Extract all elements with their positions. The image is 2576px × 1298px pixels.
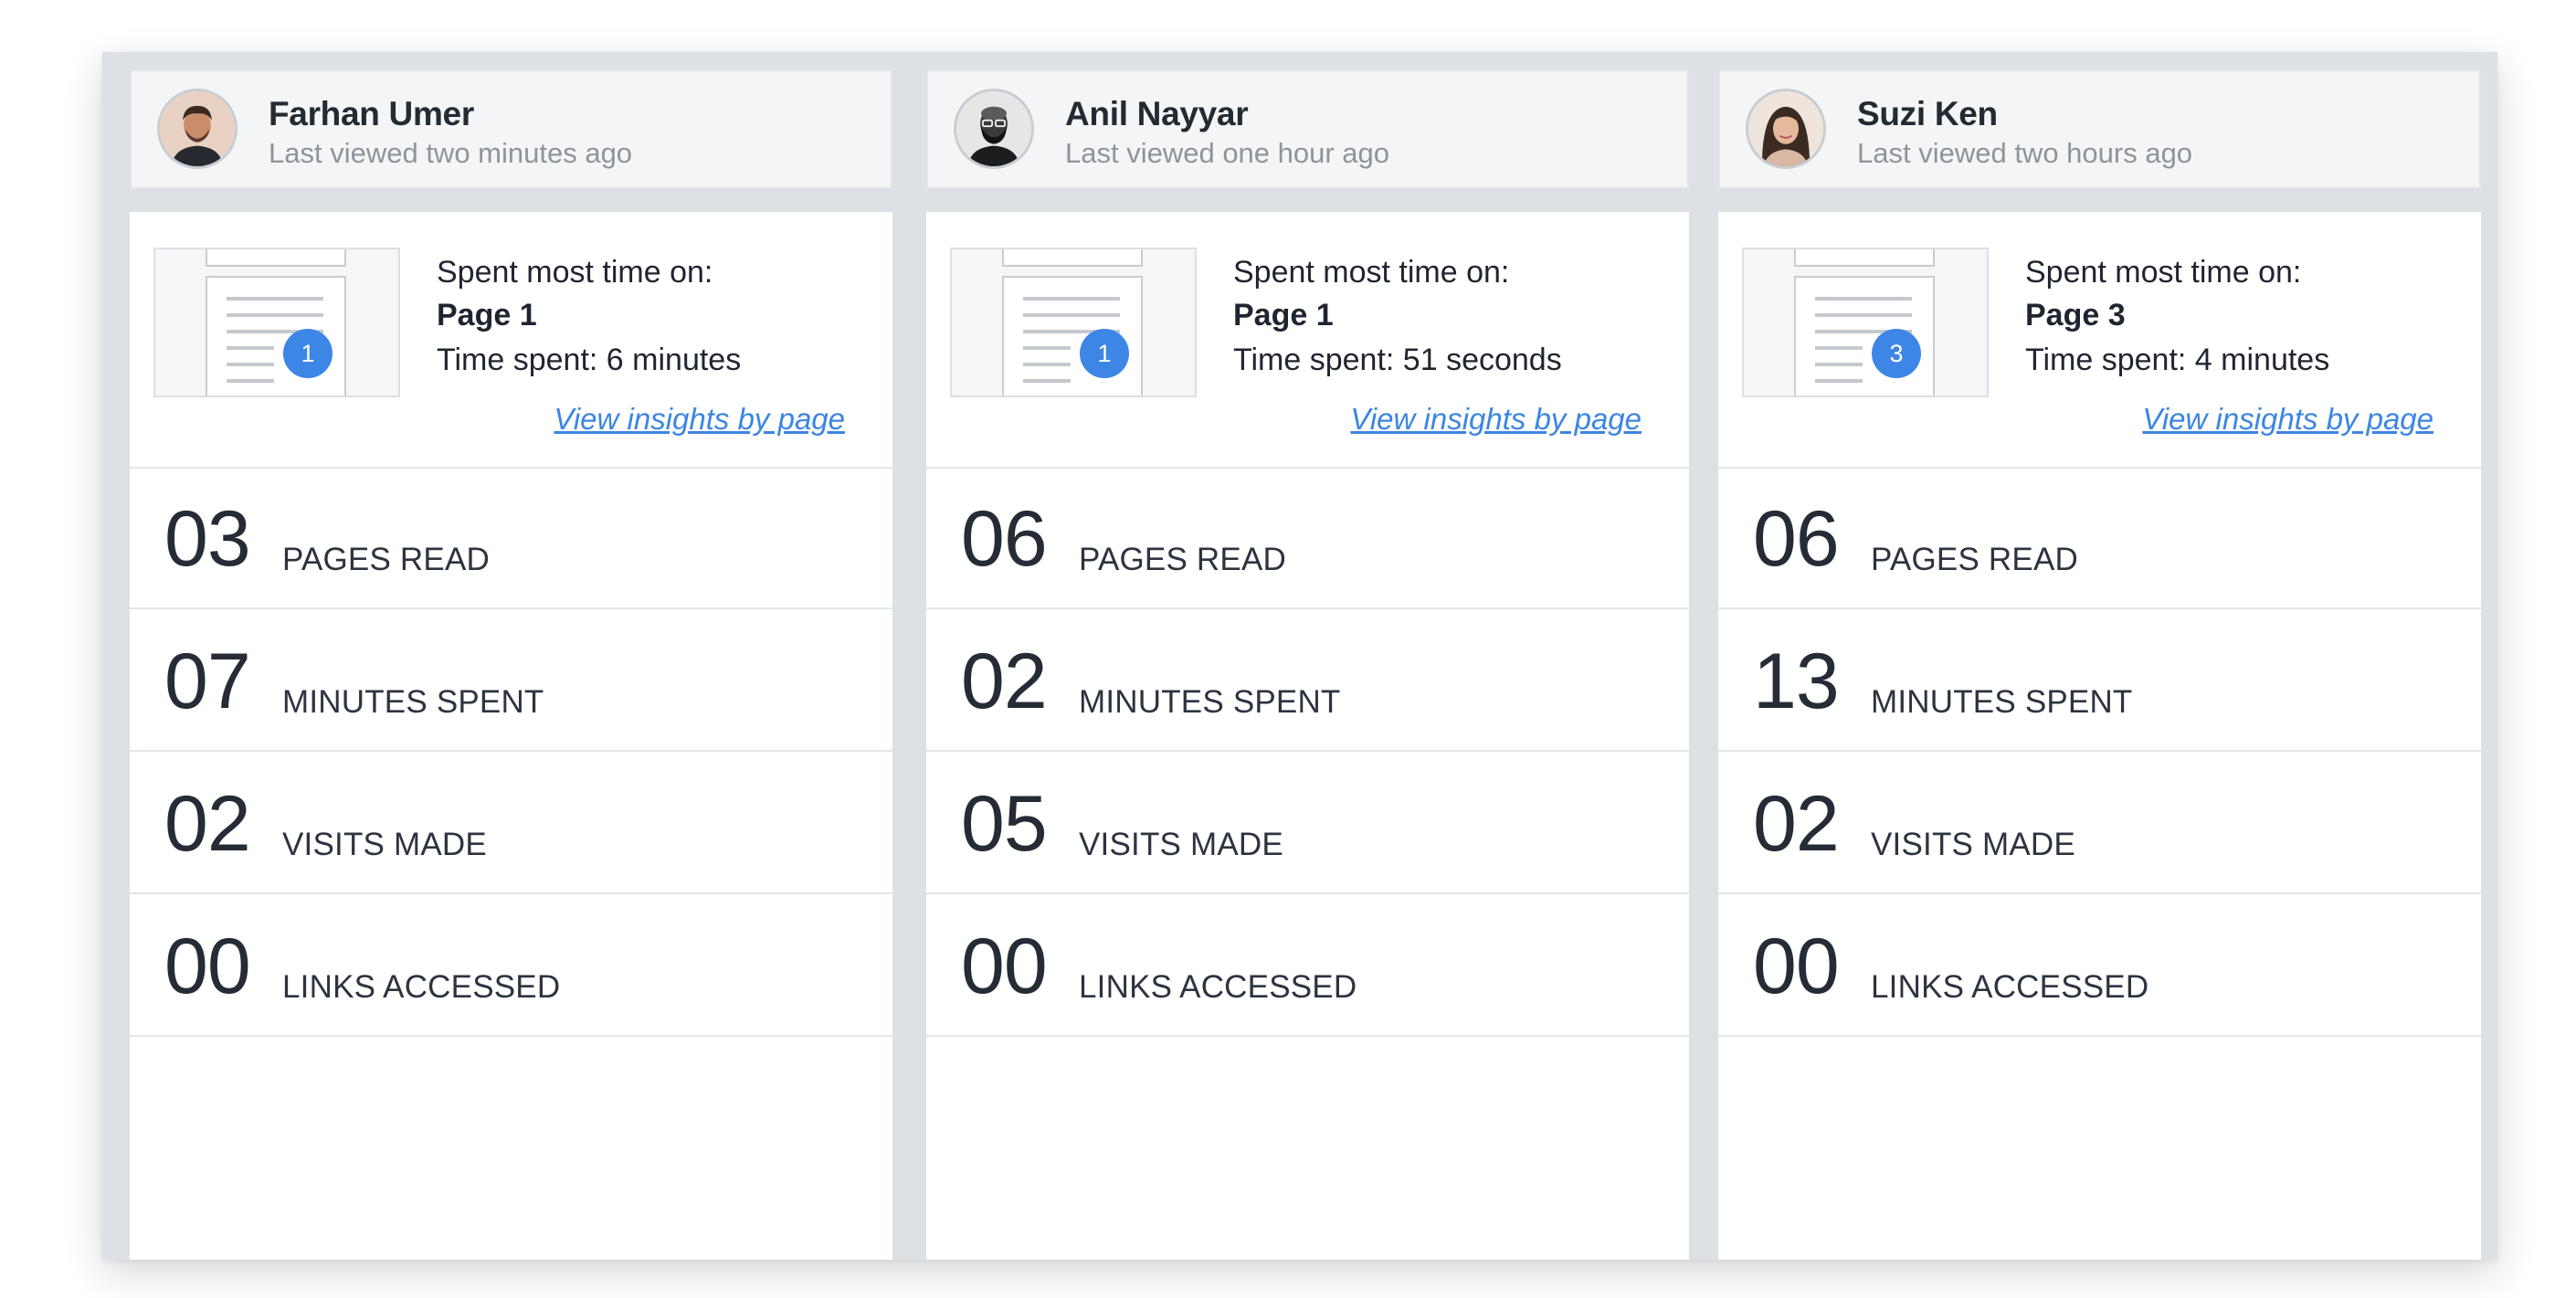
stat-value: 06 (1753, 495, 1840, 583)
most-viewed-page: Page 1 (1233, 298, 1334, 332)
viewer-column: Farhan Umer Last viewed two minutes ago (130, 69, 892, 1260)
user-name: Anil Nayyar (1065, 95, 1249, 132)
avatar (157, 89, 238, 169)
user-header: Farhan Umer Last viewed two minutes ago (130, 69, 892, 189)
view-insights-by-page-link[interactable]: View insights by page (2142, 402, 2433, 437)
stat-row-minutes-spent: 13 MINUTES SPENT (1718, 609, 2481, 752)
last-viewed-text: Last viewed two minutes ago (269, 137, 633, 169)
time-spent-text: Time spent: 51 seconds (1233, 343, 1562, 377)
stat-value: 06 (961, 495, 1048, 583)
stat-row-minutes-spent: 02 MINUTES SPENT (926, 609, 1689, 752)
most-time-section: 3 Spent most time on: Page 3 Time spent:… (1718, 212, 2481, 469)
avatar (954, 89, 1034, 169)
stat-value: 02 (1753, 780, 1840, 868)
insights-card: 3 Spent most time on: Page 3 Time spent:… (1718, 212, 2481, 1260)
page-thumbnail: 3 (1742, 248, 1989, 397)
stat-label: VISITS MADE (1079, 827, 1283, 862)
stat-value: 02 (961, 638, 1048, 725)
stat-row-pages-read: 06 PAGES READ (1718, 467, 2481, 609)
stat-row-pages-read: 03 PAGES READ (130, 467, 892, 609)
stat-row-links-accessed: 00 LINKS ACCESSED (926, 894, 1689, 1037)
stat-label: PAGES READ (1079, 542, 1286, 577)
user-header: Anil Nayyar Last viewed one hour ago (926, 69, 1689, 189)
stat-label: MINUTES SPENT (1079, 684, 1341, 720)
stat-value: 00 (1753, 923, 1840, 1010)
time-spent-text: Time spent: 4 minutes (2025, 343, 2330, 377)
stat-label: MINUTES SPENT (282, 684, 544, 720)
stat-value: 05 (961, 780, 1048, 868)
page-thumbnail: 1 (950, 248, 1197, 397)
stat-value: 13 (1753, 638, 1840, 725)
spent-most-time-label: Spent most time on: (437, 255, 713, 290)
stat-value: 00 (164, 923, 251, 1010)
viewer-column: Anil Nayyar Last viewed one hour ago 1 S… (926, 69, 1689, 1260)
user-photo-icon (160, 91, 235, 166)
document-pages-icon (1002, 249, 1143, 396)
stat-row-visits-made: 05 VISITS MADE (926, 752, 1689, 894)
stat-label: PAGES READ (282, 542, 490, 577)
insights-card: 1 Spent most time on: Page 1 Time spent:… (130, 212, 892, 1260)
most-viewed-page: Page 3 (2025, 298, 2126, 332)
spent-most-time-label: Spent most time on: (2025, 255, 2302, 290)
viewer-insights-board: Farhan Umer Last viewed two minutes ago (102, 52, 2497, 1260)
last-viewed-text: Last viewed two hours ago (1857, 137, 2193, 169)
view-insights-by-page-link[interactable]: View insights by page (554, 402, 845, 437)
page-number-badge: 3 (1872, 329, 1921, 378)
stat-value: 03 (164, 495, 251, 583)
time-spent-text: Time spent: 6 minutes (437, 343, 742, 377)
most-time-section: 1 Spent most time on: Page 1 Time spent:… (926, 212, 1689, 469)
stat-label: VISITS MADE (282, 827, 487, 862)
user-header: Suzi Ken Last viewed two hours ago (1718, 69, 2481, 189)
last-viewed-text: Last viewed one hour ago (1065, 137, 1390, 169)
document-pages-icon (1794, 249, 1935, 396)
most-viewed-page: Page 1 (437, 298, 537, 332)
stat-row-visits-made: 02 VISITS MADE (1718, 752, 2481, 894)
insights-card: 1 Spent most time on: Page 1 Time spent:… (926, 212, 1689, 1260)
viewer-column: Suzi Ken Last viewed two hours ago 3 Spe… (1718, 69, 2481, 1260)
page-number-badge: 1 (283, 329, 333, 378)
stat-label: LINKS ACCESSED (1871, 969, 2149, 1005)
stat-label: VISITS MADE (1871, 827, 2075, 862)
stat-value: 00 (961, 923, 1048, 1010)
stat-label: MINUTES SPENT (1871, 684, 2133, 720)
stat-label: PAGES READ (1871, 542, 2078, 577)
spent-most-time-label: Spent most time on: (1233, 255, 1510, 290)
page-thumbnail: 1 (153, 248, 400, 397)
stat-label: LINKS ACCESSED (282, 969, 561, 1005)
stat-row-pages-read: 06 PAGES READ (926, 467, 1689, 609)
user-photo-icon (956, 91, 1031, 166)
stat-label: LINKS ACCESSED (1079, 969, 1357, 1005)
stat-value: 02 (164, 780, 251, 868)
stat-row-minutes-spent: 07 MINUTES SPENT (130, 609, 892, 752)
user-photo-icon (1748, 91, 1823, 166)
stat-row-links-accessed: 00 LINKS ACCESSED (130, 894, 892, 1037)
most-time-section: 1 Spent most time on: Page 1 Time spent:… (130, 212, 892, 469)
user-name: Suzi Ken (1857, 95, 1998, 132)
document-pages-icon (206, 249, 346, 396)
user-name: Farhan Umer (269, 95, 474, 132)
stat-row-links-accessed: 00 LINKS ACCESSED (1718, 894, 2481, 1037)
stat-value: 07 (164, 638, 251, 725)
stat-row-visits-made: 02 VISITS MADE (130, 752, 892, 894)
page-number-badge: 1 (1080, 329, 1129, 378)
avatar (1746, 89, 1826, 169)
view-insights-by-page-link[interactable]: View insights by page (1350, 402, 1642, 437)
